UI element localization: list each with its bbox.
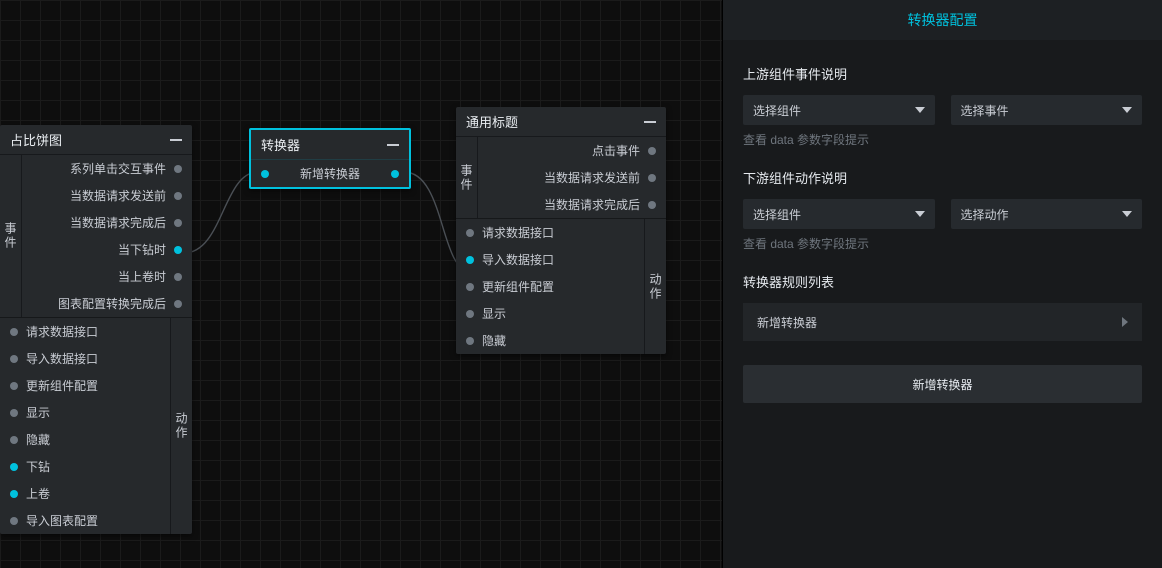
node-title: 转换器 bbox=[261, 135, 300, 154]
port-dot[interactable] bbox=[174, 273, 182, 281]
action-port[interactable]: 导入数据接口 bbox=[456, 246, 644, 273]
add-converter-button[interactable]: 新增转换器 bbox=[743, 365, 1142, 403]
chevron-down-icon bbox=[1122, 211, 1132, 217]
action-port[interactable]: 导入数据接口 bbox=[0, 345, 170, 372]
events-section-label: 事件 bbox=[0, 155, 22, 317]
node-title: 占比饼图 bbox=[10, 130, 62, 149]
action-port[interactable]: 隐藏 bbox=[456, 327, 644, 354]
port-dot[interactable] bbox=[10, 409, 18, 417]
port-dot[interactable] bbox=[466, 310, 474, 318]
downstream-title: 下游组件动作说明 bbox=[743, 168, 1142, 187]
port-dot[interactable] bbox=[10, 490, 18, 498]
rules-list: 新增转换器 bbox=[743, 303, 1142, 341]
downstream-hint: 查看 data 参数字段提示 bbox=[743, 235, 1142, 252]
action-port[interactable]: 下钻 bbox=[0, 453, 170, 480]
port-dot[interactable] bbox=[174, 165, 182, 173]
action-port[interactable]: 请求数据接口 bbox=[0, 318, 170, 345]
node-generic-title[interactable]: 通用标题 事件 点击事件 当数据请求发送前 当数据请求完成后 请求数据接口 导入… bbox=[456, 107, 666, 354]
rule-item[interactable]: 新增转换器 bbox=[743, 303, 1142, 341]
port-dot[interactable] bbox=[261, 170, 269, 178]
panel-title: 转换器配置 bbox=[723, 0, 1162, 40]
port-dot[interactable] bbox=[10, 328, 18, 336]
action-port[interactable]: 请求数据接口 bbox=[456, 219, 644, 246]
upstream-event-select[interactable]: 选择事件 bbox=[951, 95, 1143, 125]
port-dot[interactable] bbox=[10, 517, 18, 525]
port-dot[interactable] bbox=[648, 201, 656, 209]
port-dot[interactable] bbox=[648, 147, 656, 155]
event-port[interactable]: 图表配置转换完成后 bbox=[22, 290, 192, 317]
chevron-down-icon bbox=[1122, 107, 1132, 113]
chevron-right-icon bbox=[1122, 317, 1128, 327]
port-dot[interactable] bbox=[466, 337, 474, 345]
actions-section-label: 动作 bbox=[170, 318, 192, 534]
events-section-label: 事件 bbox=[456, 137, 478, 218]
node-pie-chart[interactable]: 占比饼图 事件 系列单击交互事件 当数据请求发送前 当数据请求完成后 当下钻时 … bbox=[0, 125, 192, 534]
port-dot[interactable] bbox=[174, 246, 182, 254]
upstream-hint: 查看 data 参数字段提示 bbox=[743, 131, 1142, 148]
events-list: 点击事件 当数据请求发送前 当数据请求完成后 bbox=[478, 137, 666, 218]
action-port[interactable]: 导入图表配置 bbox=[0, 507, 170, 534]
action-port[interactable]: 更新组件配置 bbox=[0, 372, 170, 399]
node-converter[interactable]: 转换器 新增转换器 bbox=[249, 128, 411, 189]
downstream-component-select[interactable]: 选择组件 bbox=[743, 199, 935, 229]
chevron-down-icon bbox=[915, 211, 925, 217]
action-port[interactable]: 显示 bbox=[0, 399, 170, 426]
converter-rule-row[interactable]: 新增转换器 bbox=[251, 160, 409, 187]
event-port[interactable]: 当数据请求完成后 bbox=[22, 209, 192, 236]
port-dot[interactable] bbox=[174, 219, 182, 227]
chevron-down-icon bbox=[915, 107, 925, 113]
port-dot[interactable] bbox=[648, 174, 656, 182]
port-dot[interactable] bbox=[466, 229, 474, 237]
minimize-icon[interactable] bbox=[170, 139, 182, 141]
port-dot[interactable] bbox=[10, 382, 18, 390]
port-dot[interactable] bbox=[466, 256, 474, 264]
actions-list: 请求数据接口 导入数据接口 更新组件配置 显示 隐藏 下钻 上卷 导入图表配置 bbox=[0, 318, 170, 534]
event-port[interactable]: 当数据请求发送前 bbox=[478, 164, 666, 191]
event-port[interactable]: 当数据请求完成后 bbox=[478, 191, 666, 218]
event-port[interactable]: 系列单击交互事件 bbox=[22, 155, 192, 182]
event-port[interactable]: 当下钻时 bbox=[22, 236, 192, 263]
actions-list: 请求数据接口 导入数据接口 更新组件配置 显示 隐藏 bbox=[456, 219, 644, 354]
node-title: 通用标题 bbox=[466, 112, 518, 131]
port-dot[interactable] bbox=[10, 355, 18, 363]
port-dot[interactable] bbox=[391, 170, 399, 178]
port-dot[interactable] bbox=[10, 463, 18, 471]
port-dot[interactable] bbox=[466, 283, 474, 291]
minimize-icon[interactable] bbox=[387, 144, 399, 146]
upstream-component-select[interactable]: 选择组件 bbox=[743, 95, 935, 125]
event-port[interactable]: 点击事件 bbox=[478, 137, 666, 164]
action-port[interactable]: 更新组件配置 bbox=[456, 273, 644, 300]
action-port[interactable]: 上卷 bbox=[0, 480, 170, 507]
rules-title: 转换器规则列表 bbox=[743, 272, 1142, 291]
action-port[interactable]: 隐藏 bbox=[0, 426, 170, 453]
event-port[interactable]: 当数据请求发送前 bbox=[22, 182, 192, 209]
minimize-icon[interactable] bbox=[644, 121, 656, 123]
canvas[interactable]: 占比饼图 事件 系列单击交互事件 当数据请求发送前 当数据请求完成后 当下钻时 … bbox=[0, 0, 722, 568]
config-panel: 转换器配置 上游组件事件说明 选择组件 选择事件 查看 data 参数字段提示 … bbox=[722, 0, 1162, 568]
action-port[interactable]: 显示 bbox=[456, 300, 644, 327]
port-dot[interactable] bbox=[174, 300, 182, 308]
port-dot[interactable] bbox=[10, 436, 18, 444]
event-port[interactable]: 当上卷时 bbox=[22, 263, 192, 290]
port-dot[interactable] bbox=[174, 192, 182, 200]
upstream-title: 上游组件事件说明 bbox=[743, 64, 1142, 83]
actions-section-label: 动作 bbox=[644, 219, 666, 354]
downstream-action-select[interactable]: 选择动作 bbox=[951, 199, 1143, 229]
events-list: 系列单击交互事件 当数据请求发送前 当数据请求完成后 当下钻时 当上卷时 图表配… bbox=[22, 155, 192, 317]
